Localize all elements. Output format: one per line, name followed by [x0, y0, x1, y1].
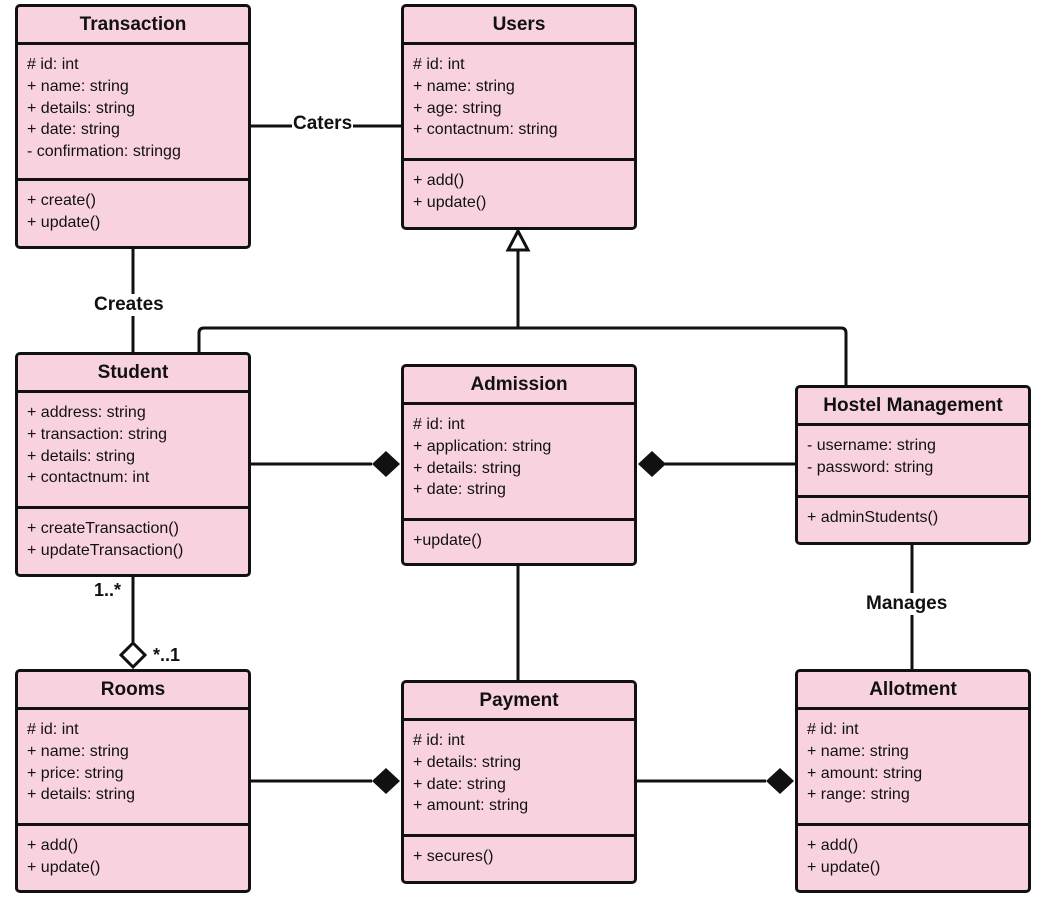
manages-label: Manages	[865, 593, 949, 615]
attribute: + name: string	[27, 77, 129, 95]
operation: + add()	[413, 172, 465, 189]
attribute: # id: int	[27, 721, 79, 738]
attribute: + contactnum: string	[413, 121, 558, 139]
caters-label: Caters	[292, 113, 354, 135]
attributes-section: # id: int + details: string + date: stri…	[404, 721, 634, 837]
composition-diamond-icon	[638, 451, 666, 477]
class-student[interactable]: Student + address: string + transaction:…	[15, 352, 251, 577]
attribute: + price: string	[27, 764, 124, 782]
operation: + update()	[27, 213, 101, 231]
operations-section: + secures()	[404, 837, 634, 877]
attributes-section: + address: string + transaction: string …	[18, 393, 248, 509]
class-name: Users	[404, 7, 634, 45]
attribute: + details: string	[27, 447, 136, 465]
class-name: Payment	[404, 683, 634, 721]
attribute: + transaction: string	[27, 425, 168, 443]
operations-section: + add() + update()	[18, 826, 248, 888]
attribute: + contactnum: int	[27, 469, 150, 487]
attribute: # id: int	[807, 721, 859, 738]
class-name: Hostel Management	[798, 388, 1028, 426]
operation: +update()	[413, 532, 482, 549]
attribute: + name: string	[27, 742, 129, 760]
attribute: + address: string	[27, 404, 146, 421]
multiplicity-student: 1..*	[94, 580, 122, 600]
class-allotment[interactable]: Allotment # id: int + name: string + amo…	[795, 669, 1031, 893]
attributes-section: # id: int + name: string + amount: strin…	[798, 710, 1028, 826]
operation: + create()	[27, 192, 96, 209]
composition-diamond-icon	[372, 451, 400, 477]
attribute: + details: string	[413, 459, 522, 477]
class-transaction[interactable]: Transaction # id: int + name: string + d…	[15, 4, 251, 249]
composition-diamond-icon	[372, 768, 400, 794]
attributes-section: # id: int + application: string + detail…	[404, 405, 634, 521]
attribute: # id: int	[413, 56, 465, 73]
attribute: - confirmation: stringg	[27, 143, 181, 161]
attribute: + age: string	[413, 99, 502, 117]
multiplicity-rooms: *..1	[153, 645, 181, 665]
attribute: + amount: string	[807, 764, 923, 782]
operations-section: +update()	[404, 521, 634, 561]
operations-section: + add() + update()	[798, 826, 1028, 888]
operation: + createTransaction()	[27, 520, 179, 537]
operation: + update()	[27, 858, 101, 876]
attribute: + details: string	[413, 753, 522, 771]
operations-section: + create() + update()	[18, 181, 248, 243]
composition-diamond-icon	[766, 768, 794, 794]
class-name: Transaction	[18, 7, 248, 45]
attribute: + details: string	[27, 786, 136, 804]
operation: + secures()	[413, 848, 494, 865]
operation: + update()	[807, 858, 881, 876]
creates-label: Creates	[93, 294, 165, 316]
attribute: - password: string	[807, 458, 934, 476]
uml-diagram-canvas: Caters Creates Manages 1..* *..1 Transac…	[0, 0, 1044, 900]
attribute: + date: string	[413, 481, 506, 499]
operation: + update()	[413, 193, 487, 211]
attribute: + range: string	[807, 786, 910, 804]
operations-section: + adminStudents()	[798, 498, 1028, 538]
class-name: Admission	[404, 367, 634, 405]
attribute: + amount: string	[413, 797, 529, 815]
aggregation-diamond-icon	[118, 640, 148, 670]
class-admission[interactable]: Admission # id: int + application: strin…	[401, 364, 637, 566]
attributes-section: # id: int + name: string + price: string…	[18, 710, 248, 826]
attributes-section: # id: int + name: string + details: stri…	[18, 45, 248, 181]
attribute: - username: string	[807, 437, 936, 454]
class-name: Student	[18, 355, 248, 393]
class-rooms[interactable]: Rooms # id: int + name: string + price: …	[15, 669, 251, 893]
operation: + add()	[27, 837, 79, 854]
class-name: Allotment	[798, 672, 1028, 710]
operation: + adminStudents()	[807, 509, 939, 526]
operation: + updateTransaction()	[27, 541, 184, 559]
attribute: + name: string	[413, 77, 515, 95]
operations-section: + add() + update()	[404, 161, 634, 223]
operations-section: + createTransaction() + updateTransactio…	[18, 509, 248, 571]
attribute: # id: int	[413, 732, 465, 749]
attribute: + date: string	[413, 775, 506, 793]
attribute: # id: int	[27, 56, 79, 73]
attributes-section: # id: int + name: string + age: string +…	[404, 45, 634, 161]
class-payment[interactable]: Payment # id: int + details: string + da…	[401, 680, 637, 884]
generalization-arrowhead-icon	[505, 227, 531, 252]
attribute: + application: string	[413, 437, 552, 455]
attributes-section: - username: string - password: string	[798, 426, 1028, 498]
attribute: # id: int	[413, 416, 465, 433]
operation: + add()	[807, 837, 859, 854]
attribute: + details: string	[27, 99, 136, 117]
attribute: + name: string	[807, 742, 909, 760]
class-name: Rooms	[18, 672, 248, 710]
class-users[interactable]: Users # id: int + name: string + age: st…	[401, 4, 637, 230]
class-hostel-management[interactable]: Hostel Management - username: string - p…	[795, 385, 1031, 545]
attribute: + date: string	[27, 121, 120, 139]
